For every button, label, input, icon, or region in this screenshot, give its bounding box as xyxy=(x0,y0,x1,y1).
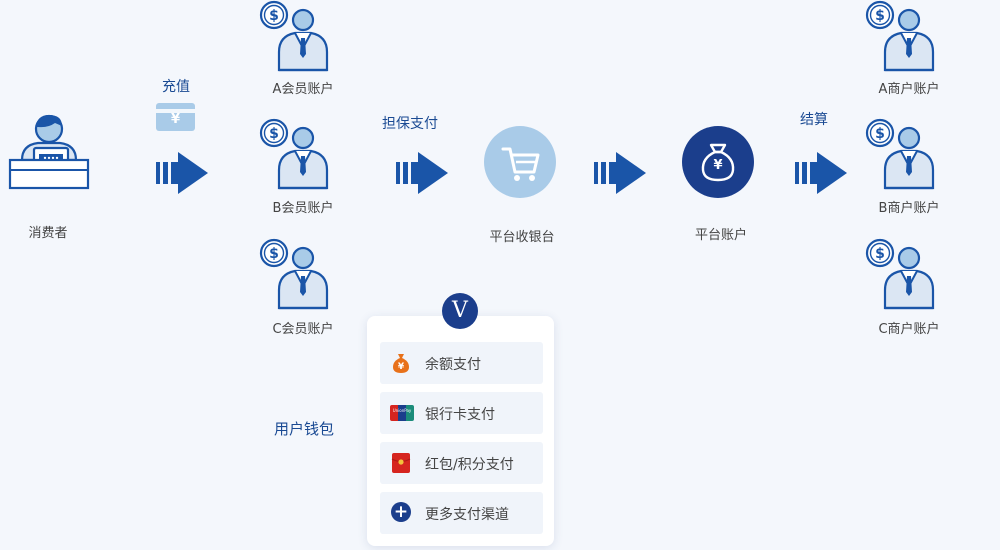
pay-method-more[interactable]: + 更多支付渠道 xyxy=(380,492,543,534)
pay-method-label: 余额支付 xyxy=(425,357,481,373)
arrow-icon xyxy=(795,152,847,194)
member-account-label: A会员账户 xyxy=(272,82,334,97)
merchant-account-label: A商户账户 xyxy=(878,82,940,97)
pay-method-redpacket[interactable]: 红包/积分支付 xyxy=(380,442,543,484)
pay-method-label: 更多支付渠道 xyxy=(425,507,509,523)
arrow-icon xyxy=(396,152,448,194)
yuan-card-icon: ¥ xyxy=(156,103,195,131)
platform-label: 平台账户 xyxy=(694,228,747,243)
shopping-cart-icon xyxy=(501,147,540,181)
merchant-account-label: B商户账户 xyxy=(878,201,940,216)
merchant-account-icon xyxy=(865,238,941,310)
merchant-account-icon xyxy=(865,118,941,190)
escrow-label: 担保支付 xyxy=(382,116,438,132)
merchant-account-label: C商户账户 xyxy=(878,322,940,337)
settlement-label: 结算 xyxy=(800,112,828,128)
pay-method-label: 红包/积分支付 xyxy=(425,457,514,473)
consumer-label: 消费者 xyxy=(28,226,68,241)
merchant-account-icon xyxy=(865,0,941,72)
member-account-label: C会员账户 xyxy=(272,322,334,337)
member-account-icon xyxy=(259,0,335,72)
pay-method-balance[interactable]: ¥ 余额支付 xyxy=(380,342,543,384)
cashier-circle xyxy=(484,126,556,198)
arrow-icon xyxy=(156,152,208,194)
recharge-label: 充值 xyxy=(162,79,190,95)
wallet-label: 用户钱包 xyxy=(273,420,334,438)
platform-circle: ¥ xyxy=(682,126,754,198)
cashier-label: 平台收银台 xyxy=(489,230,555,245)
arrow-icon xyxy=(594,152,646,194)
unionpay-card-icon: UnionPay xyxy=(390,405,414,421)
pay-method-bankcard[interactable]: UnionPay 银行卡支付 xyxy=(380,392,543,434)
wallet-panel: ¥ 余额支付 UnionPay 银行卡支付 红包/积分支付 + 更多支付渠道 xyxy=(367,316,554,546)
wallet-brand-logo: V xyxy=(442,293,478,329)
member-account-icon xyxy=(259,238,335,310)
member-account-label: B会员账户 xyxy=(272,201,334,216)
consumer-icon xyxy=(8,114,90,190)
pay-method-label: 银行卡支付 xyxy=(425,407,495,423)
red-envelope-icon xyxy=(391,453,411,473)
member-account-icon xyxy=(259,118,335,190)
plus-circle-icon: + xyxy=(391,502,411,522)
